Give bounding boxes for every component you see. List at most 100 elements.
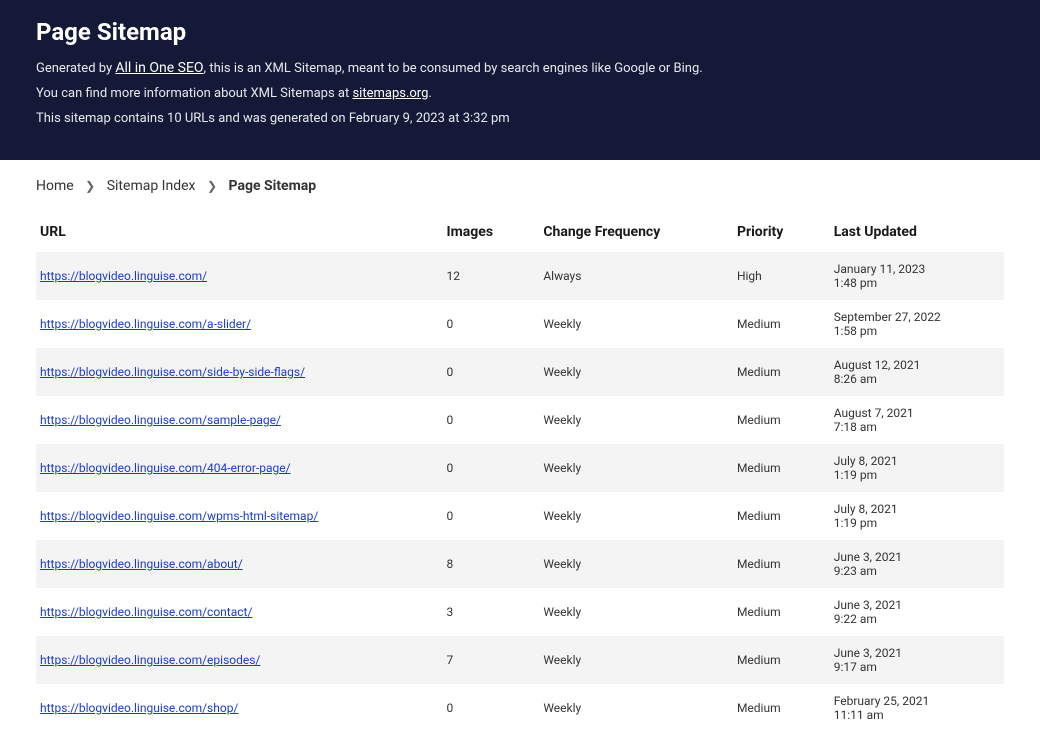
priority-value: High [733, 252, 830, 300]
generated-by-line: Generated by All in One SEO, this is an … [36, 60, 1004, 76]
change-frequency: Weekly [539, 444, 733, 492]
sitemap-stats: This sitemap contains 10 URLs and was ge… [36, 111, 1004, 126]
sitemap-url-link[interactable]: https://blogvideo.linguise.com/404-error… [40, 461, 291, 475]
priority-value: Medium [733, 492, 830, 540]
sitemap-url-link[interactable]: https://blogvideo.linguise.com/contact/ [40, 605, 252, 619]
table-row: https://blogvideo.linguise.com/a-slider/… [36, 300, 1004, 348]
images-count: 0 [443, 300, 540, 348]
last-updated-time: 1:19 pm [834, 516, 996, 530]
last-updated: August 12, 20218:26 am [830, 348, 1004, 396]
last-updated: July 8, 20211:19 pm [830, 444, 1004, 492]
last-updated-time: 1:48 pm [834, 276, 996, 290]
table-row: https://blogvideo.linguise.com/wpms-html… [36, 492, 1004, 540]
column-header-updated: Last Updated [830, 214, 1004, 252]
last-updated-date: September 27, 2022 [834, 310, 996, 324]
images-count: 0 [443, 396, 540, 444]
table-row: https://blogvideo.linguise.com/12AlwaysH… [36, 252, 1004, 300]
priority-value: Medium [733, 588, 830, 636]
last-updated-date: August 12, 2021 [834, 358, 996, 372]
table-row: https://blogvideo.linguise.com/contact/3… [36, 588, 1004, 636]
images-count: 3 [443, 588, 540, 636]
sitemaps-org-link[interactable]: sitemaps.org [352, 86, 428, 101]
generated-prefix: Generated by [36, 61, 115, 76]
change-frequency: Weekly [539, 492, 733, 540]
change-frequency: Weekly [539, 300, 733, 348]
generated-suffix: , this is an XML Sitemap, meant to be co… [204, 61, 703, 76]
sitemap-url-link[interactable]: https://blogvideo.linguise.com/episodes/ [40, 653, 260, 667]
images-count: 8 [443, 540, 540, 588]
more-info-suffix: . [428, 86, 431, 101]
more-info-line: You can find more information about XML … [36, 86, 1004, 101]
sitemap-url-link[interactable]: https://blogvideo.linguise.com/about/ [40, 557, 243, 571]
last-updated: January 11, 20231:48 pm [830, 252, 1004, 300]
last-updated-time: 9:17 am [834, 660, 996, 674]
change-frequency: Weekly [539, 396, 733, 444]
images-count: 7 [443, 636, 540, 684]
priority-value: Medium [733, 444, 830, 492]
breadcrumb-sitemap-index[interactable]: Sitemap Index [107, 178, 196, 194]
table-row: https://blogvideo.linguise.com/shop/0Wee… [36, 684, 1004, 732]
last-updated-time: 11:11 am [834, 708, 996, 722]
last-updated: February 25, 202111:11 am [830, 684, 1004, 732]
last-updated-time: 9:23 am [834, 564, 996, 578]
last-updated: June 3, 20219:23 am [830, 540, 1004, 588]
column-header-url: URL [36, 214, 443, 252]
last-updated-time: 7:18 am [834, 420, 996, 434]
change-frequency: Always [539, 252, 733, 300]
breadcrumb-current: Page Sitemap [229, 178, 317, 194]
priority-value: Medium [733, 396, 830, 444]
table-row: https://blogvideo.linguise.com/episodes/… [36, 636, 1004, 684]
sitemap-url-link[interactable]: https://blogvideo.linguise.com/side-by-s… [40, 365, 305, 379]
last-updated-time: 1:19 pm [834, 468, 996, 482]
last-updated-date: June 3, 2021 [834, 550, 996, 564]
breadcrumb-home[interactable]: Home [36, 178, 74, 194]
last-updated: June 3, 20219:17 am [830, 636, 1004, 684]
last-updated-date: August 7, 2021 [834, 406, 996, 420]
last-updated-date: July 8, 2021 [834, 454, 996, 468]
images-count: 0 [443, 444, 540, 492]
change-frequency: Weekly [539, 588, 733, 636]
sitemap-url-link[interactable]: https://blogvideo.linguise.com/shop/ [40, 701, 238, 715]
generator-link[interactable]: All in One SEO [115, 60, 203, 76]
last-updated: June 3, 20219:22 am [830, 588, 1004, 636]
breadcrumb: Home ❯ Sitemap Index ❯ Page Sitemap [0, 160, 1040, 206]
priority-value: Medium [733, 300, 830, 348]
last-updated-time: 9:22 am [834, 612, 996, 626]
page-header: Page Sitemap Generated by All in One SEO… [0, 0, 1040, 160]
last-updated: July 8, 20211:19 pm [830, 492, 1004, 540]
sitemap-url-link[interactable]: https://blogvideo.linguise.com/sample-pa… [40, 413, 281, 427]
priority-value: Medium [733, 636, 830, 684]
table-header-row: URL Images Change Frequency Priority Las… [36, 214, 1004, 252]
last-updated-time: 1:58 pm [834, 324, 996, 338]
last-updated-date: February 25, 2021 [834, 694, 996, 708]
last-updated-date: July 8, 2021 [834, 502, 996, 516]
change-frequency: Weekly [539, 684, 733, 732]
last-updated-date: January 11, 2023 [834, 262, 996, 276]
column-header-priority: Priority [733, 214, 830, 252]
sitemap-url-link[interactable]: https://blogvideo.linguise.com/wpms-html… [40, 509, 318, 523]
sitemap-table: URL Images Change Frequency Priority Las… [36, 214, 1004, 732]
images-count: 12 [443, 252, 540, 300]
last-updated-date: June 3, 2021 [834, 598, 996, 612]
last-updated-time: 8:26 am [834, 372, 996, 386]
column-header-frequency: Change Frequency [539, 214, 733, 252]
sitemap-url-link[interactable]: https://blogvideo.linguise.com/ [40, 269, 207, 283]
last-updated-date: June 3, 2021 [834, 646, 996, 660]
page-title: Page Sitemap [36, 18, 1004, 46]
table-row: https://blogvideo.linguise.com/about/8We… [36, 540, 1004, 588]
sitemap-url-link[interactable]: https://blogvideo.linguise.com/a-slider/ [40, 317, 251, 331]
change-frequency: Weekly [539, 348, 733, 396]
table-row: https://blogvideo.linguise.com/404-error… [36, 444, 1004, 492]
priority-value: Medium [733, 540, 830, 588]
images-count: 0 [443, 684, 540, 732]
change-frequency: Weekly [539, 540, 733, 588]
last-updated: September 27, 20221:58 pm [830, 300, 1004, 348]
chevron-right-icon: ❯ [207, 179, 217, 193]
priority-value: Medium [733, 684, 830, 732]
table-row: https://blogvideo.linguise.com/side-by-s… [36, 348, 1004, 396]
images-count: 0 [443, 348, 540, 396]
table-row: https://blogvideo.linguise.com/sample-pa… [36, 396, 1004, 444]
content-area: URL Images Change Frequency Priority Las… [0, 214, 1040, 732]
priority-value: Medium [733, 348, 830, 396]
images-count: 0 [443, 492, 540, 540]
